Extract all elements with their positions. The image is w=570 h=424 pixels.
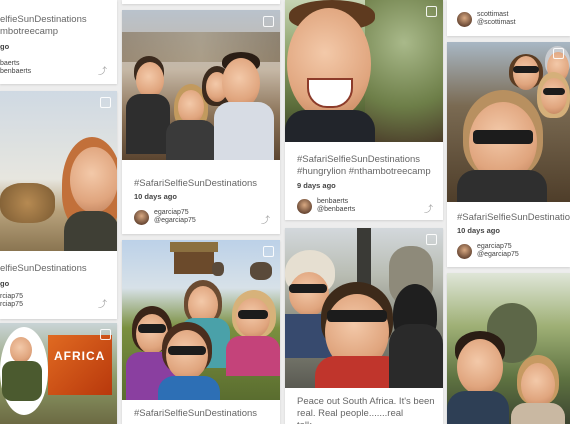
instagram-icon: [263, 16, 274, 27]
post-age: 10 days ago: [457, 226, 500, 235]
post-photo[interactable]: [0, 91, 117, 251]
instagram-icon: [426, 6, 437, 17]
instagram-icon: [553, 48, 564, 59]
share-icon[interactable]: ⤴: [98, 64, 107, 77]
avatar: [297, 198, 312, 214]
post-card[interactable]: #SafariSelfieSunDestinations #hungrylion…: [285, 0, 443, 220]
post-caption: #SafariSelfieSunDestinations: [457, 212, 570, 223]
post-photo[interactable]: [285, 228, 443, 388]
post-card[interactable]: Peace out South Africa. It's been real. …: [285, 228, 443, 424]
post-caption: #SafariSelfieSunDestinations: [134, 408, 258, 419]
instagram-icon: [426, 234, 437, 245]
post-photo[interactable]: [122, 10, 280, 160]
post-card[interactable]: scottimast @scottimast: [447, 0, 570, 36]
banner-text: AFRICA: [54, 349, 106, 363]
post-card[interactable]: elfieSunDestinations go rciap75 rciap75 …: [0, 91, 117, 319]
post-user: scottimast @scottimast: [457, 10, 516, 28]
post-caption: elfieSunDestinations: [0, 263, 87, 274]
share-icon[interactable]: ⤴: [98, 297, 107, 310]
post-age: 10 days ago: [134, 192, 177, 201]
avatar: [134, 209, 149, 225]
post-caption: #SafariSelfieSunDestinations #hungrylion…: [297, 154, 431, 177]
instagram-icon: [263, 246, 274, 257]
post-user: egarciap75 @egarciap75: [457, 242, 519, 260]
post-card[interactable]: #SafariSelfieSunDestinations: [122, 240, 280, 424]
post-card[interactable]: [447, 273, 570, 424]
post-user: egarciap75 @egarciap75: [134, 208, 196, 226]
avatar: [457, 243, 472, 259]
post-card[interactable]: AFRICA: [0, 323, 117, 424]
post-age: go: [0, 279, 10, 288]
post-photo[interactable]: [447, 273, 570, 424]
post-photo[interactable]: [285, 0, 443, 142]
post-card[interactable]: [122, 0, 280, 4]
post-age: 9 days ago: [297, 181, 336, 190]
post-caption: #SafariSelfieSunDestinations: [134, 178, 258, 189]
post-caption: elfieSunDestinations mbotreecamp: [0, 14, 87, 37]
post-age: go: [0, 42, 10, 51]
post-user: benbaerts @benbaerts: [297, 197, 355, 215]
post-caption: Peace out South Africa. It's been real. …: [297, 396, 435, 424]
post-card[interactable]: elfieSunDestinations mbotreecamp go baer…: [0, 0, 117, 84]
post-card[interactable]: #SafariSelfieSunDestinations 10 days ago…: [122, 10, 280, 234]
instagram-icon: [100, 97, 111, 108]
share-icon[interactable]: ⤴: [424, 202, 433, 215]
post-user: baerts benbaerts: [0, 60, 32, 75]
post-photo[interactable]: [122, 240, 280, 400]
instagram-icon: [100, 329, 111, 340]
post-photo[interactable]: [447, 42, 570, 202]
post-photo[interactable]: AFRICA: [0, 323, 117, 424]
post-user: rciap75 rciap75: [0, 293, 23, 308]
post-card[interactable]: #SafariSelfieSunDestinations 10 days ago…: [447, 42, 570, 267]
avatar: [457, 11, 472, 27]
share-icon[interactable]: ⤴: [261, 213, 270, 226]
